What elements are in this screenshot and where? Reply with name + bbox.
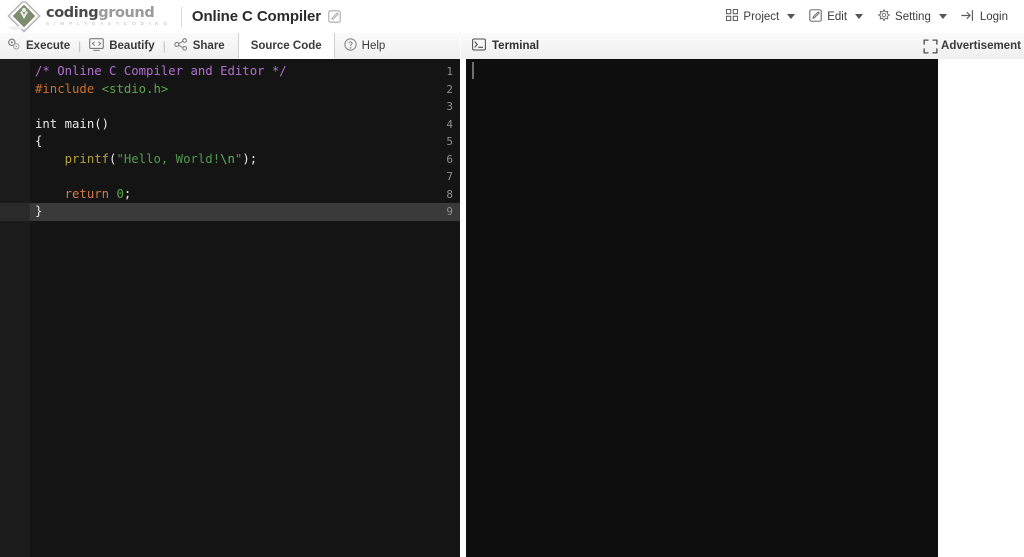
code-line[interactable] [30, 168, 460, 186]
code-line[interactable]: } [30, 203, 460, 221]
line-number-gutter [0, 59, 30, 557]
header-divider [180, 6, 182, 27]
terminal-title: Terminal [461, 38, 539, 54]
grid-icon [726, 8, 739, 24]
menu-edit[interactable]: Edit [802, 6, 870, 28]
code-line[interactable]: /* Online C Compiler and Editor */ [30, 63, 460, 81]
toolbar-row: Execute | Beautify | Share Source Code H… [0, 33, 1024, 60]
code-token: <stdio.h> [101, 81, 169, 96]
question-circle-icon [343, 38, 357, 54]
header-menu-group: Project Edit Setting Login [719, 6, 1024, 28]
code-token: } [35, 204, 43, 218]
code-line[interactable]: int main() [30, 116, 460, 134]
menu-project-label: Project [743, 10, 780, 23]
codingground-logo-icon [6, 0, 42, 33]
title-edit-icon[interactable] [328, 10, 341, 23]
page-title: Online C Compiler [191, 8, 322, 25]
terminal-toolbar: Terminal Advertisement [461, 33, 1024, 60]
login-arrow-icon [961, 9, 975, 25]
gears-icon [7, 38, 21, 54]
menu-login-label: Login [979, 10, 1008, 23]
code-line[interactable]: printf("Hello, World!\n"); [30, 151, 460, 169]
help-button[interactable]: Help [335, 34, 395, 59]
tab-source-code[interactable]: Source Code [237, 33, 335, 59]
editor-toolbar: Execute | Beautify | Share Source Code H… [0, 33, 460, 60]
beautify-label: Beautify [109, 40, 155, 52]
code-token: \n [220, 151, 235, 166]
code-line[interactable]: #include <stdio.h> [30, 81, 460, 99]
chevron-down-icon [787, 14, 796, 19]
chevron-down-icon [938, 14, 947, 19]
share-label: Share [192, 40, 225, 52]
share-nodes-icon [174, 38, 188, 54]
help-label: Help [361, 40, 386, 52]
terminal-cursor [472, 62, 474, 79]
active-line-gutter-highlight [0, 203, 30, 221]
execute-label: Execute [26, 40, 71, 52]
code-token: "Hello, World! [116, 151, 221, 166]
logo-word-dark: coding [46, 5, 99, 22]
advertisement-panel [938, 59, 1024, 557]
logo-word-gray: ground [98, 5, 155, 22]
code-editor[interactable]: 123456789 /* Online C Compiler and Edito… [0, 59, 460, 557]
chevron-down-icon [855, 14, 864, 19]
code-token: printf [35, 151, 110, 166]
execute-button[interactable]: Execute [0, 34, 77, 59]
beautify-button[interactable]: Beautify [82, 34, 161, 59]
terminal-label: Terminal [492, 40, 540, 52]
fullscreen-expand-icon[interactable] [923, 38, 938, 54]
menu-project[interactable]: Project [719, 6, 802, 27]
code-token: { [35, 134, 43, 148]
share-button[interactable]: Share [167, 34, 232, 59]
brand-logo[interactable]: codingground S I M P L Y E A S Y C O D I… [0, 0, 169, 33]
logo-wordmark: codingground S I M P L Y E A S Y C O D I… [46, 6, 169, 26]
code-token: ; [123, 186, 132, 201]
code-content[interactable]: /* Online C Compiler and Editor */ #inclu… [30, 59, 460, 557]
code-token: #include [35, 81, 102, 96]
code-token: 0 [116, 186, 124, 201]
code-line[interactable]: return 0; [30, 186, 460, 204]
terminal-output[interactable] [466, 59, 938, 557]
monitor-code-icon [89, 38, 105, 54]
menu-edit-label: Edit [827, 10, 848, 23]
menu-setting[interactable]: Setting [870, 6, 954, 28]
app-header: codingground S I M P L Y E A S Y C O D I… [0, 0, 1024, 34]
code-token: return [35, 186, 110, 201]
console-prompt-icon [472, 38, 486, 54]
code-token: /* Online C Compiler and Editor */ [35, 64, 287, 78]
code-token: ); [242, 151, 258, 166]
pencil-square-icon [809, 8, 822, 25]
code-line[interactable]: { [30, 133, 460, 151]
app-root: codingground S I M P L Y E A S Y C O D I… [0, 0, 1024, 557]
logo-tagline: S I M P L Y E A S Y C O D I N G [46, 20, 169, 26]
code-token: int main() [35, 116, 110, 131]
menu-setting-label: Setting [895, 10, 931, 23]
code-line[interactable] [30, 98, 460, 116]
tab-source-code-label: Source Code [250, 39, 322, 52]
advertisement-label: Advertisement [941, 40, 1021, 52]
gear-icon [877, 9, 890, 25]
menu-login[interactable]: Login [954, 6, 1015, 28]
